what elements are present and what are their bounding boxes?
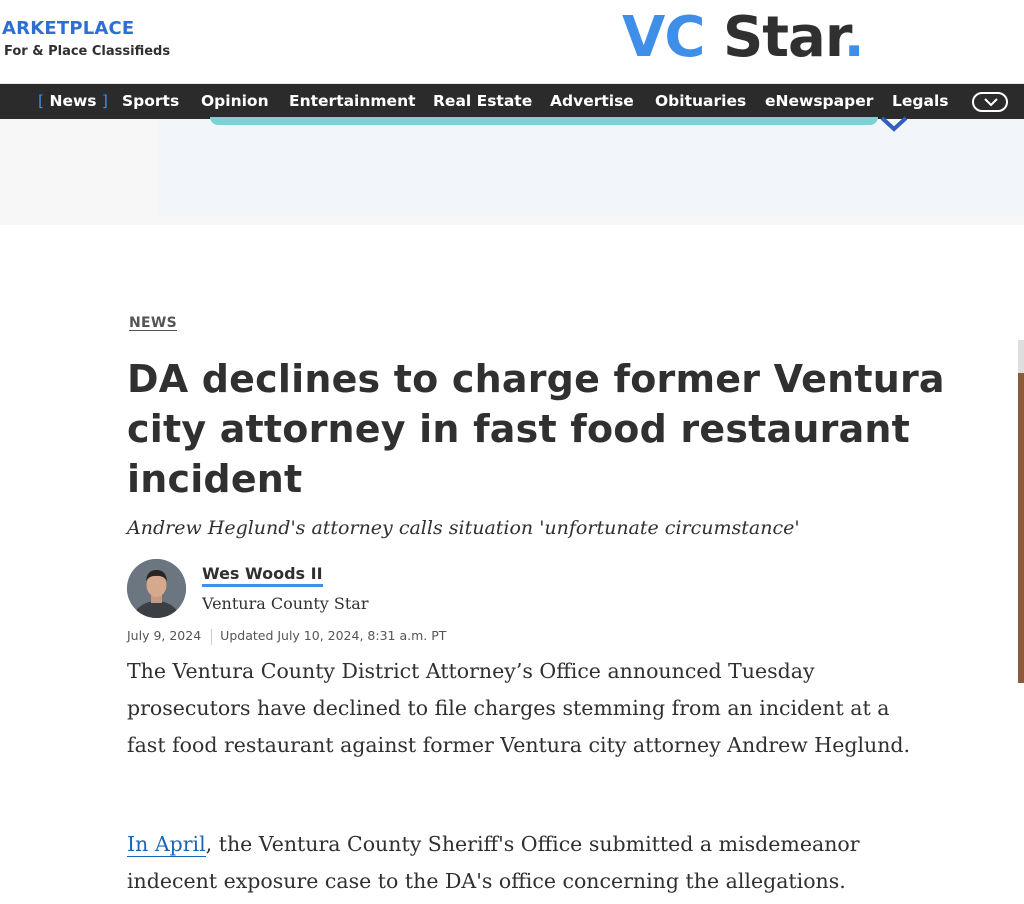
nav-item-opinion[interactable]: Opinion <box>201 84 269 119</box>
nav-bracket-open: [ <box>38 92 45 110</box>
article-headline: DA declines to charge former Ventura cit… <box>127 357 945 501</box>
updated-date: Updated July 10, 2024, 8:31 a.m. PT <box>220 628 447 643</box>
main-nav: [ News ] Sports Opinion Entertainment Re… <box>0 84 1024 119</box>
author-name-link[interactable]: Wes Woods II <box>202 564 323 587</box>
nav-more-button[interactable] <box>972 92 1008 112</box>
nav-item-sports[interactable]: Sports <box>122 84 179 119</box>
article-paragraph: The Ventura County District Attorney’s O… <box>127 659 911 757</box>
sidebar-edge <box>1018 340 1024 373</box>
nav-bracket-close: ] <box>101 92 108 110</box>
chevron-down-icon <box>984 98 998 107</box>
masthead: ARKETPLACE For & Place Classifieds VC St… <box>0 0 1024 84</box>
marketplace-subtitle[interactable]: For & Place Classifieds <box>4 44 170 59</box>
nav-item-label: News <box>49 92 97 110</box>
nav-item-real-estate[interactable]: Real Estate <box>433 84 532 119</box>
sidebar-edge-image <box>1018 373 1024 683</box>
nav-item-entertainment[interactable]: Entertainment <box>289 84 416 119</box>
article-dek: Andrew Heglund's attorney calls situatio… <box>127 517 800 539</box>
nav-item-obituaries[interactable]: Obituaries <box>655 84 746 119</box>
marketplace-title[interactable]: ARKETPLACE <box>2 18 134 39</box>
article-paragraph: In April, the Ventura County Sheriff's O… <box>127 826 927 900</box>
nav-item-enewspaper[interactable]: eNewspaper <box>765 84 873 119</box>
article-category[interactable]: NEWS <box>129 315 177 331</box>
logo-dot: . <box>843 5 864 70</box>
nav-item-legals[interactable]: Legals <box>892 84 948 119</box>
paragraph-text: , the Ventura County Sheriff's Office su… <box>127 832 860 893</box>
date-divider <box>211 628 213 645</box>
author-photo <box>127 559 186 618</box>
logo-vc: VC <box>622 5 705 70</box>
author-organization: Ventura County Star <box>202 594 369 613</box>
article-dates: July 9, 2024 Updated July 10, 2024, 8:31 … <box>127 628 446 645</box>
author-avatar[interactable] <box>127 559 186 618</box>
nav-item-news[interactable]: [ News ] <box>38 84 108 119</box>
logo-star: Star <box>722 5 845 70</box>
published-date: July 9, 2024 <box>127 628 202 643</box>
ad-strip[interactable] <box>210 117 878 125</box>
in-april-link[interactable]: In April <box>127 832 206 857</box>
site-logo[interactable]: VC Star. <box>622 5 865 70</box>
ad-arrow-icon <box>880 116 908 132</box>
nav-item-advertise[interactable]: Advertise <box>550 84 634 119</box>
ad-banner[interactable] <box>157 119 1024 216</box>
